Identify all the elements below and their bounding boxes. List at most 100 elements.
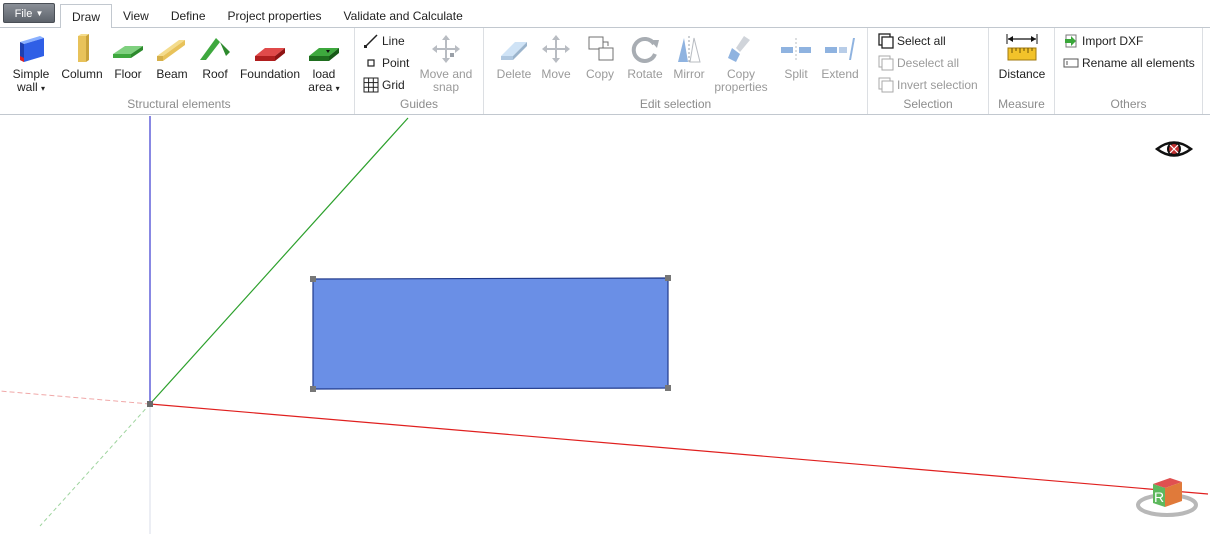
group-label-measure: Measure: [998, 97, 1045, 111]
group-guides: Line Point Grid Move and snap Guides: [355, 28, 484, 114]
beam-icon: [157, 40, 185, 61]
foundation-label: Foundation: [239, 67, 301, 81]
guide-grid-button[interactable]: Grid: [363, 76, 405, 94]
split-icon: [781, 38, 811, 62]
delete-label: Delete: [496, 67, 532, 81]
invert-selection-button[interactable]: Invert selection: [878, 76, 978, 94]
import-dxf-label: Import DXF: [1082, 34, 1144, 48]
file-menu-button[interactable]: File ▼: [3, 3, 55, 23]
y-axis-negative: [39, 403, 151, 527]
select-all-icon: [878, 33, 894, 49]
simple-wall-label1: Simple: [12, 67, 50, 81]
wall-handle-bottom-right[interactable]: [665, 385, 671, 391]
column-label: Column: [61, 67, 103, 81]
move-snap-label2: snap: [432, 80, 460, 94]
select-all-label: Select all: [897, 34, 946, 48]
guide-point-label: Point: [382, 56, 410, 70]
chevron-down-icon: ▾: [41, 84, 46, 93]
group-selection: Select all Deselect all Invert selection…: [868, 28, 989, 114]
distance-button[interactable]: Distance: [995, 34, 1049, 81]
group-measure: Distance Measure: [989, 28, 1055, 114]
tab-view[interactable]: View: [112, 4, 160, 27]
mirror-label: Mirror: [673, 67, 705, 81]
split-button[interactable]: Split: [774, 34, 818, 81]
move-button[interactable]: Move: [536, 34, 576, 81]
line-icon: [364, 34, 378, 48]
tab-project-properties[interactable]: Project properties: [217, 4, 333, 27]
import-dxf-button[interactable]: Import DXF: [1063, 32, 1143, 50]
point-icon: [367, 59, 375, 67]
tab-validate-calculate[interactable]: Validate and Calculate: [333, 4, 474, 27]
mirror-button[interactable]: Mirror: [668, 34, 710, 81]
view-cube[interactable]: R: [1136, 478, 1198, 517]
extend-icon: [825, 38, 855, 60]
deselect-all-label: Deselect all: [897, 56, 960, 70]
deselect-all-icon: [878, 55, 894, 71]
floor-label: Floor: [114, 67, 142, 81]
chevron-down-icon: ▼: [35, 9, 44, 19]
wall-handle-top-right[interactable]: [665, 275, 671, 281]
rotate-label: Rotate: [627, 67, 663, 81]
load-area-label1: load: [312, 67, 336, 81]
group-label-selection: Selection: [903, 97, 953, 111]
distance-label: Distance: [998, 67, 1046, 81]
visibility-eye-icon[interactable]: [1154, 141, 1194, 157]
copy-label: Copy: [585, 67, 614, 81]
guide-grid-label: Grid: [382, 78, 405, 92]
group-label-edit: Edit selection: [639, 97, 712, 111]
extend-button[interactable]: Extend: [818, 34, 862, 81]
group-label-guides: Guides: [399, 97, 439, 111]
floor-icon: [113, 46, 143, 58]
viewport-3d[interactable]: R: [0, 116, 1210, 534]
tab-define[interactable]: Define: [160, 4, 217, 27]
wall-handle-top-left[interactable]: [310, 276, 316, 282]
x-axis-negative: [0, 390, 151, 405]
load-area-label2: area: [308, 80, 333, 94]
group-label-others: Others: [1110, 97, 1147, 111]
group-others: Import DXF Rename all elements Others: [1055, 28, 1203, 114]
eraser-icon: [501, 42, 527, 60]
view-cube-label: R: [1154, 489, 1164, 505]
rename-all-label: Rename all elements: [1082, 56, 1195, 70]
grid-icon: [363, 77, 379, 93]
x-axis: [149, 403, 1209, 495]
top-bar: File ▼ Draw View Define Project properti…: [0, 0, 1210, 28]
foundation-button[interactable]: Foundation: [238, 34, 302, 81]
roof-button[interactable]: Roof: [196, 34, 234, 81]
foundation-icon: [255, 48, 285, 61]
guide-line-label: Line: [382, 34, 405, 48]
select-all-button[interactable]: Select all: [878, 32, 946, 50]
beam-label: Beam: [156, 67, 188, 81]
rename-all-button[interactable]: Rename all elements: [1063, 54, 1195, 72]
copy-button[interactable]: Copy: [580, 34, 620, 81]
column-button[interactable]: Column: [58, 34, 106, 81]
simple-wall-button[interactable]: Simple wall ▾: [10, 34, 52, 95]
group-structural-elements: Simple wall ▾ Column Floor Beam Roof Fou…: [4, 28, 355, 114]
guide-line-button[interactable]: Line: [363, 32, 405, 50]
file-menu-label: File: [14, 8, 33, 21]
rotate-icon: [631, 36, 659, 63]
viewport-svg[interactable]: R: [0, 116, 1210, 534]
rotate-button[interactable]: Rotate: [624, 34, 666, 81]
extend-label: Extend: [821, 67, 859, 81]
invert-selection-label: Invert selection: [897, 78, 978, 92]
guide-point-button[interactable]: Point: [363, 54, 409, 72]
wall-handle-bottom-left[interactable]: [310, 386, 316, 392]
ruler-icon: [1006, 34, 1038, 61]
beam-button[interactable]: Beam: [151, 34, 193, 81]
wall-element[interactable]: [312, 277, 669, 390]
load-area-button[interactable]: load area ▾: [304, 34, 344, 95]
invert-selection-icon: [878, 77, 894, 93]
tab-draw[interactable]: Draw: [60, 4, 113, 28]
move-and-snap-button[interactable]: Move and snap: [415, 34, 477, 94]
copy-properties-label2: properties: [714, 80, 768, 94]
copy-properties-button[interactable]: Copy properties: [710, 34, 772, 94]
floor-button[interactable]: Floor: [108, 34, 148, 81]
simple-wall-label2: wall: [16, 80, 38, 94]
deselect-all-button[interactable]: Deselect all: [878, 54, 959, 72]
group-edit-selection: Delete Move Copy Rotate Mirror Copy prop…: [484, 28, 868, 114]
column-icon: [78, 34, 89, 62]
move-label: Move: [541, 67, 571, 81]
delete-button[interactable]: Delete: [492, 34, 536, 81]
origin-point[interactable]: [147, 401, 153, 407]
